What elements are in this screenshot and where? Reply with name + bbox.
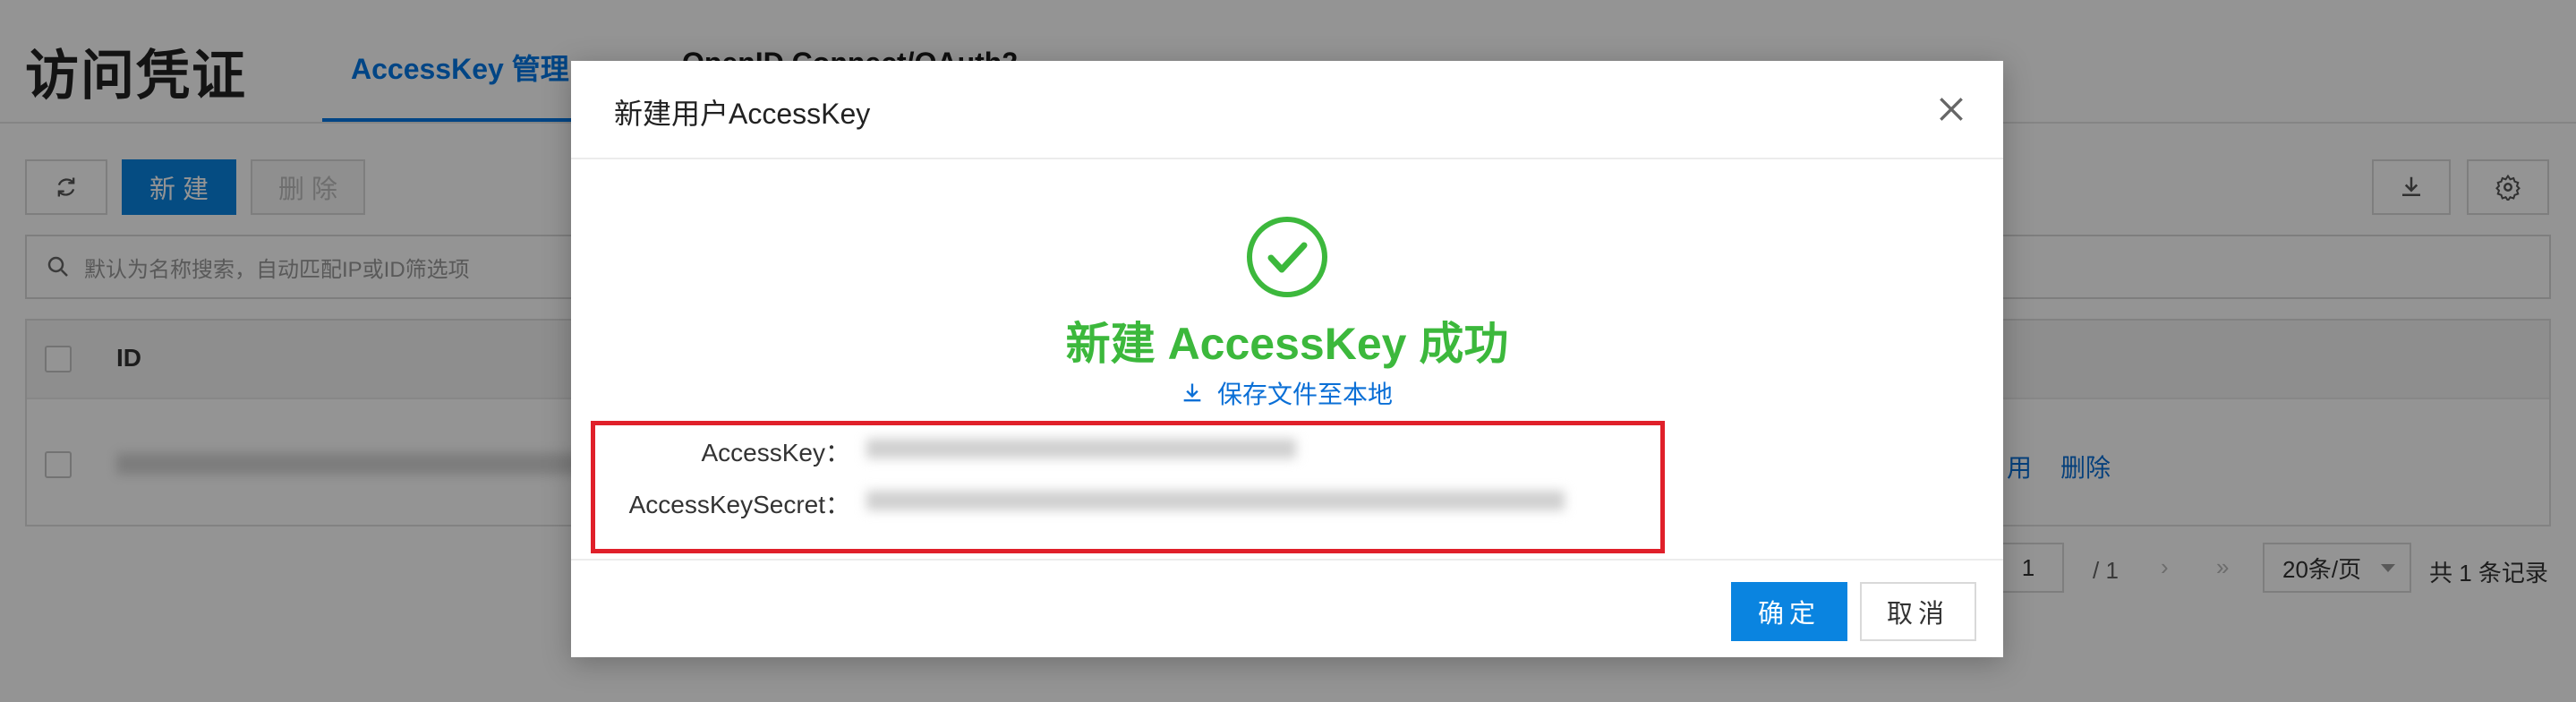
modal-title: 新建用户AccessKey — [614, 98, 871, 130]
redacted-accesskey-value — [866, 439, 1296, 458]
success-message: 新建 AccessKey 成功 — [1065, 319, 1509, 369]
success-check-icon — [1247, 217, 1327, 297]
accesskey-secret-label: AccessKeySecret： — [628, 491, 850, 518]
modal-footer-divider — [571, 559, 2003, 561]
redacted-accesskey-secret-value — [866, 491, 1565, 510]
confirm-button[interactable]: 确定 — [1731, 582, 1847, 641]
save-to-local-link[interactable]: 保存文件至本地 — [1180, 378, 1393, 408]
save-link-label: 保存文件至本地 — [1217, 381, 1394, 408]
download-icon — [1183, 383, 1201, 402]
create-accesskey-dialog: 新建用户AccessKey 新建 AccessKey 成功 保存文件至本地 Ac… — [571, 61, 2003, 657]
modal-header: 新建用户AccessKey — [571, 61, 2003, 159]
cancel-button[interactable]: 取消 — [1860, 582, 1976, 641]
close-icon[interactable] — [1933, 91, 1969, 127]
accesskey-label: AccessKey： — [701, 439, 851, 467]
